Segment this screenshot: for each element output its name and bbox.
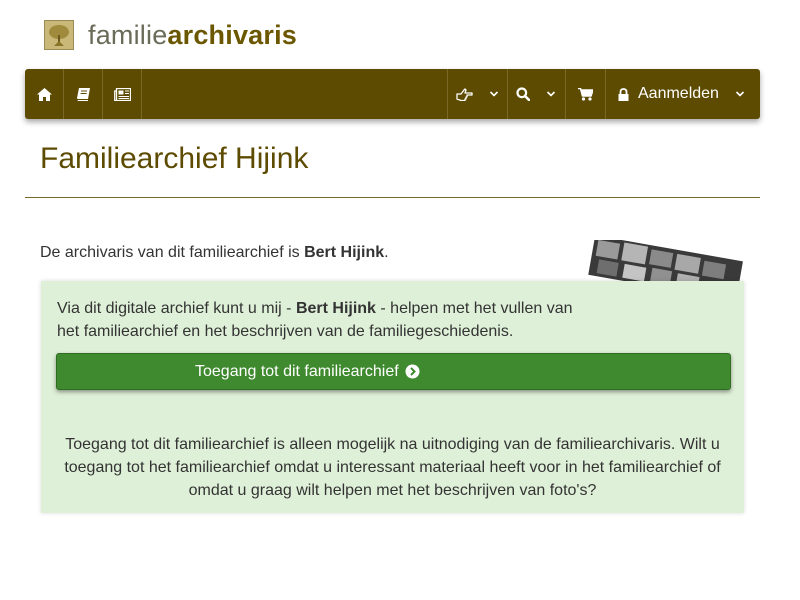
cart-icon xyxy=(578,87,593,101)
nav-cart[interactable] xyxy=(566,69,606,119)
access-note: Toegang tot dit familiearchief is alleen… xyxy=(64,436,721,499)
intro-prefix: De archivaris van dit familiearchief is xyxy=(40,244,305,261)
archivist-name: Bert Hijink xyxy=(304,244,385,261)
panel-text-prefix: Via dit digitale archief kunt u mij - xyxy=(57,300,296,317)
nav-hand-dropdown[interactable] xyxy=(447,69,508,119)
chevron-down-icon xyxy=(735,91,745,97)
access-button-label: Toegang tot dit familiearchief xyxy=(195,362,399,380)
main-navbar: Aanmelden xyxy=(25,69,760,119)
nav-search-dropdown[interactable] xyxy=(507,69,566,119)
tree-icon xyxy=(44,20,74,50)
login-label: Aanmelden xyxy=(638,85,719,102)
title-divider xyxy=(25,197,760,198)
search-icon xyxy=(516,87,530,101)
nav-news[interactable] xyxy=(103,69,142,119)
brand[interactable]: familiearchivaris xyxy=(44,18,297,52)
nav-home[interactable] xyxy=(25,69,64,119)
newspaper-icon xyxy=(113,87,131,101)
login-dropdown[interactable]: Aanmelden xyxy=(606,69,760,119)
info-panel: Via dit digitale archief kunt u mij - Be… xyxy=(41,281,744,513)
home-icon xyxy=(36,87,52,101)
panel-intro-text: Via dit digitale archief kunt u mij - Be… xyxy=(57,297,577,343)
intro-text: De archivaris van dit familiearchief is … xyxy=(40,243,389,263)
panel-archivist-name: Bert Hijink xyxy=(295,300,376,317)
intro-suffix: . xyxy=(384,244,389,261)
access-archive-button[interactable]: Toegang tot dit familiearchief xyxy=(56,353,731,390)
nav-book[interactable] xyxy=(64,69,103,119)
page-title: Familiearchief Hijink xyxy=(40,142,309,175)
chevron-down-icon xyxy=(546,91,556,97)
brand-name[interactable]: familiearchivaris xyxy=(88,20,297,50)
chevron-circle-right-icon xyxy=(405,364,420,379)
chevron-down-icon xyxy=(489,91,499,97)
archive-photo xyxy=(586,240,746,282)
hand-point-icon xyxy=(456,87,473,101)
book-icon xyxy=(76,87,90,101)
lock-icon xyxy=(618,87,629,101)
brand-suffix: archivaris xyxy=(167,20,298,50)
brand-prefix: familie xyxy=(88,20,168,50)
